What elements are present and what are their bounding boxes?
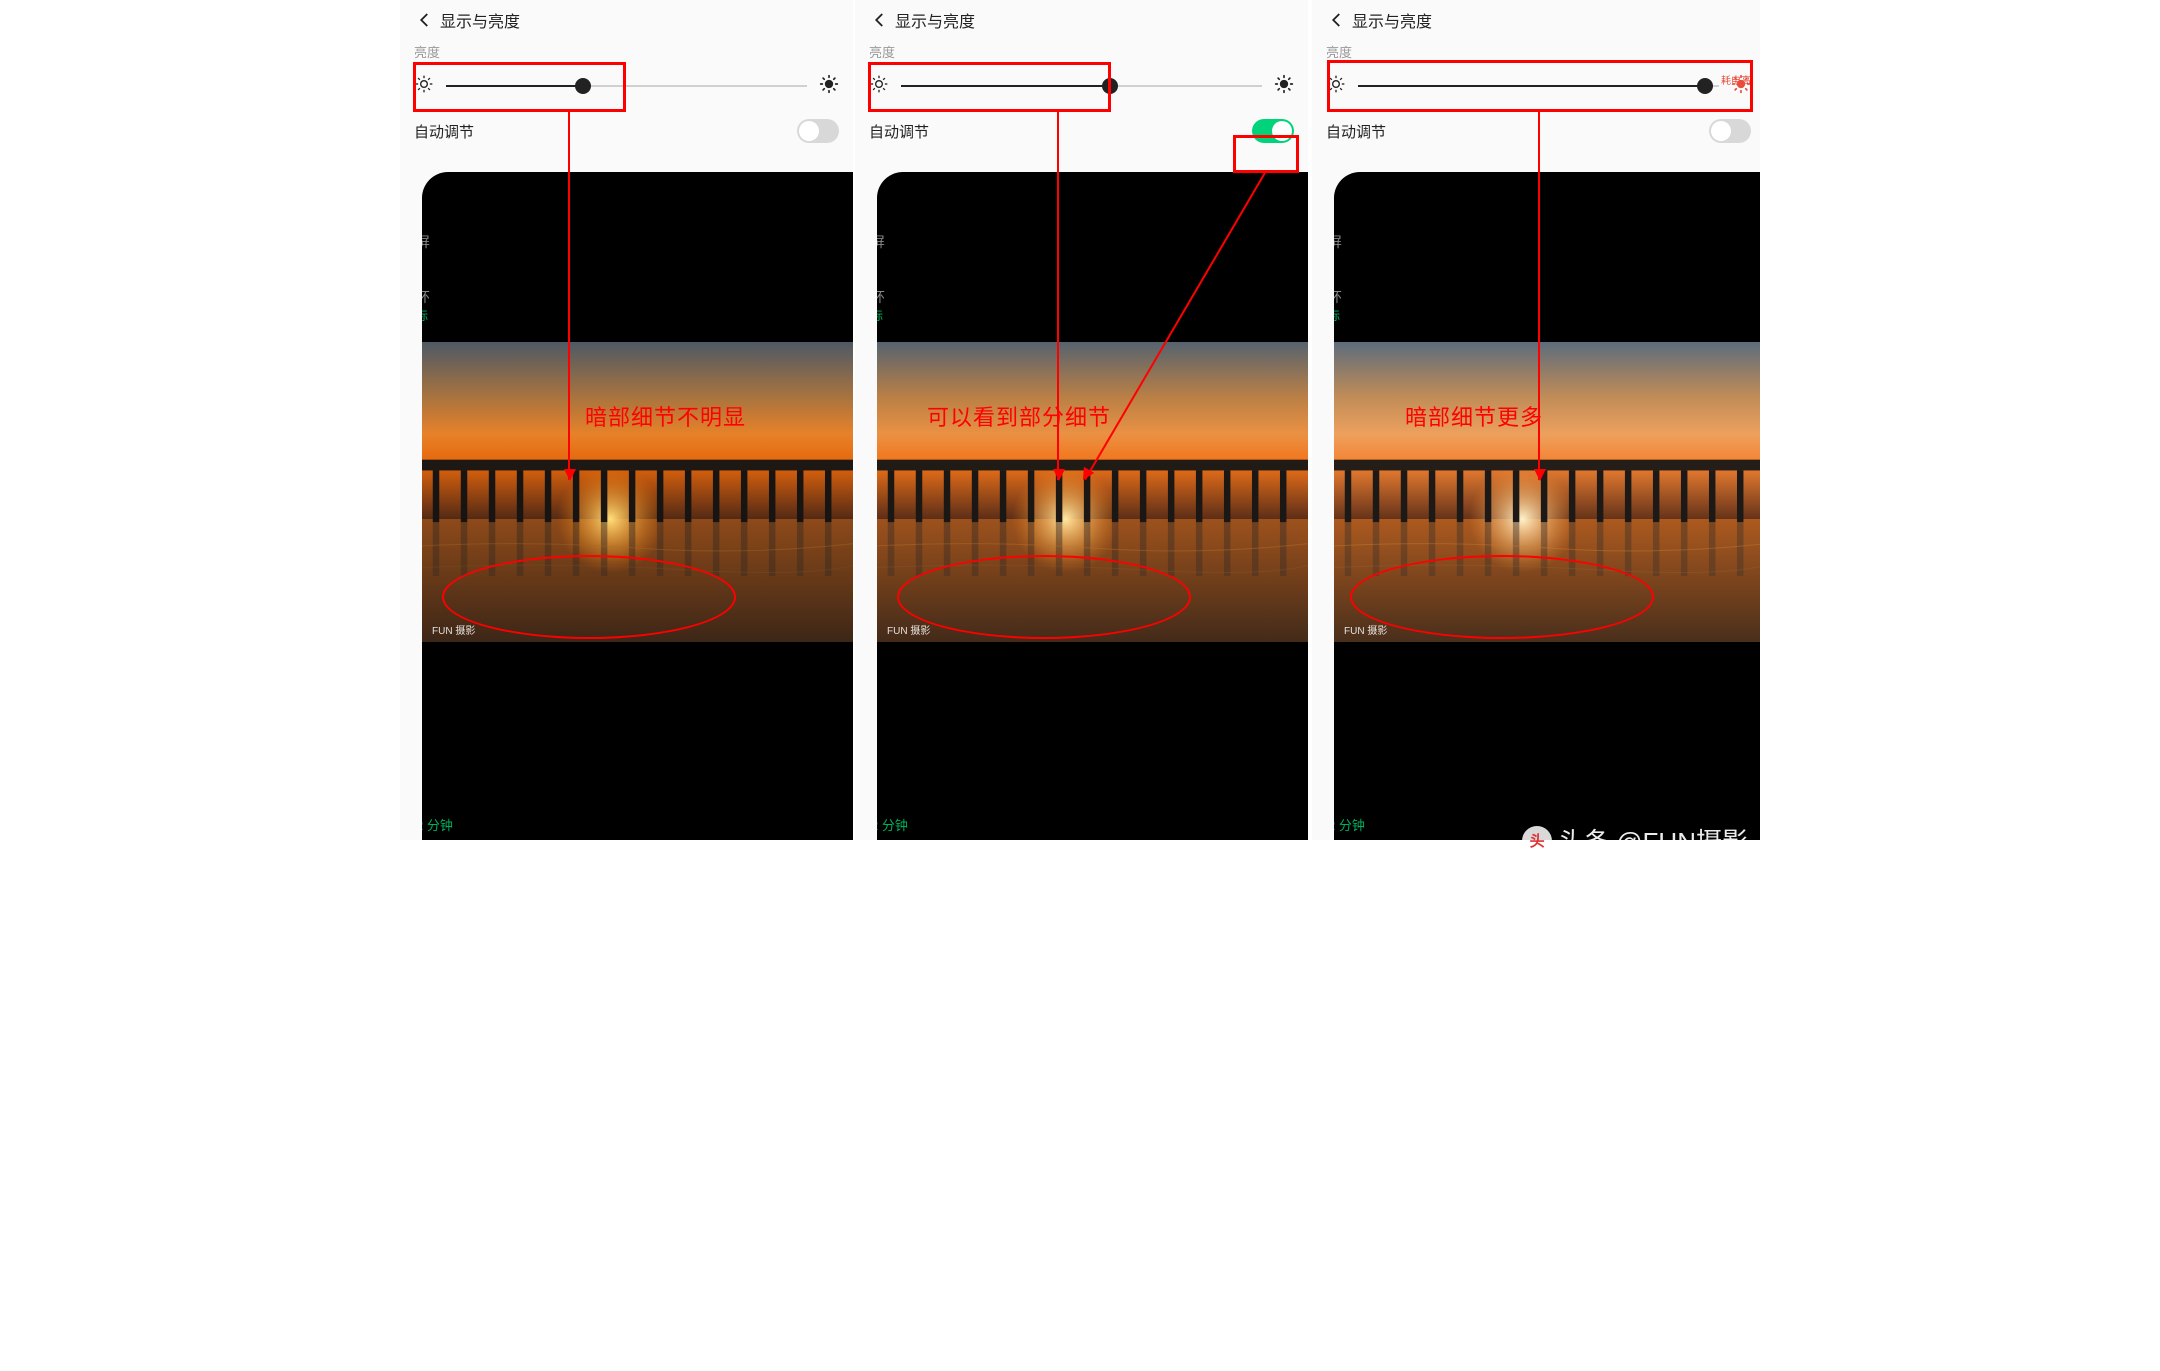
panel-header: 显示与亮度 (855, 0, 1308, 40)
watermark-handle: @FUN摄影 (1616, 822, 1748, 859)
annotation-arrow-head (1534, 469, 1546, 481)
watermark-logo-icon: 头 (1522, 826, 1552, 856)
brightness-section-label: 亮度 (400, 40, 853, 63)
auto-adjust-toggle[interactable] (1709, 119, 1751, 143)
annotation-ellipse (442, 555, 736, 639)
page-title: 显示与亮度 (440, 8, 520, 32)
annotation-text: 可以看到部分细节 (927, 400, 1111, 432)
photo-watermark: FUN 摄影 (887, 622, 930, 637)
annotation-text: 暗部细节更多 (1405, 400, 1543, 432)
auto-adjust-label: 自动调节 (414, 121, 474, 142)
brightness-high-icon (819, 74, 839, 99)
annotation-arrow (568, 112, 570, 480)
auto-adjust-toggle[interactable] (797, 119, 839, 143)
back-icon[interactable] (865, 5, 895, 35)
photo-preview: 屏环标FUN 摄影2 分钟 (422, 172, 853, 840)
annotation-ellipse (1350, 555, 1654, 639)
page-watermark: 头头条@FUN摄影 (1522, 822, 1748, 859)
back-icon[interactable] (410, 5, 440, 35)
watermark-prefix: 头条 (1558, 822, 1610, 859)
page-title: 显示与亮度 (1352, 8, 1432, 32)
auto-adjust-row: 自动调节 (1312, 109, 1760, 153)
page-title: 显示与亮度 (895, 8, 975, 32)
annotation-ellipse (897, 555, 1191, 639)
panel-header: 显示与亮度 (400, 0, 853, 40)
timer-label: 2 分钟 (422, 815, 453, 834)
annotation-box (1327, 60, 1753, 112)
annotation-arrow-head (1053, 469, 1065, 481)
annotation-text: 暗部细节不明显 (585, 400, 746, 432)
auto-adjust-label: 自动调节 (869, 121, 929, 142)
photo-watermark: FUN 摄影 (1344, 622, 1387, 637)
photo-preview: 屏环标FUN 摄影2 分钟 (877, 172, 1308, 840)
annotation-box (413, 62, 626, 112)
timer-label: 2 分钟 (877, 815, 908, 834)
annotation-box (1233, 135, 1299, 173)
annotation-box (868, 62, 1111, 112)
back-icon[interactable] (1322, 5, 1352, 35)
panel-header: 显示与亮度 (1312, 0, 1760, 40)
auto-adjust-row: 自动调节 (400, 109, 853, 153)
brightness-high-icon (1274, 74, 1294, 99)
photo-preview: 屏环标FUN 摄影2 分钟 (1334, 172, 1760, 840)
timer-label: 2 分钟 (1334, 815, 1365, 834)
auto-adjust-label: 自动调节 (1326, 121, 1386, 142)
photo-watermark: FUN 摄影 (432, 622, 475, 637)
annotation-arrow-head (564, 469, 576, 481)
brightness-section-label: 亮度 (855, 40, 1308, 63)
